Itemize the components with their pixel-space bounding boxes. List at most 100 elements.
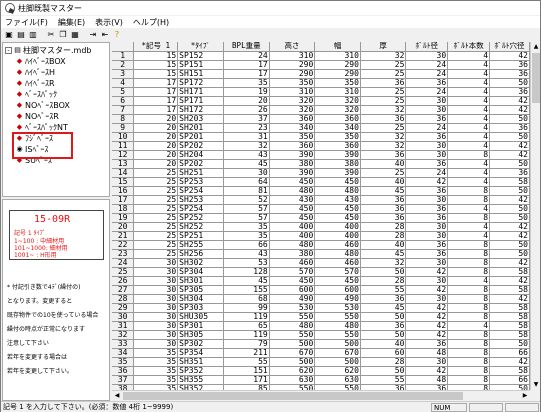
table-cell[interactable]: 35 [133, 366, 179, 376]
table-cell[interactable]: 4 [447, 105, 491, 115]
table-cell[interactable]: 55 [360, 375, 407, 385]
table-cell[interactable]: 42 [489, 96, 530, 106]
table-cell[interactable]: 8 [447, 294, 491, 304]
table-cell[interactable]: 460 [314, 240, 361, 250]
table-cell[interactable]: 32 [360, 132, 407, 142]
tree-item[interactable]: ◆ ﾊｲﾍﾞｰｽR [16, 78, 55, 89]
table-row[interactable]: 35 35 SH351 55 500 500 28 30 8 42 [112, 357, 530, 367]
table-cell[interactable]: 4 [447, 87, 491, 97]
table-cell[interactable]: 35 [223, 78, 270, 88]
table-cell[interactable]: 17 [133, 96, 179, 106]
table-cell[interactable]: 35 [133, 375, 179, 385]
table-cell[interactable]: 15 [133, 51, 179, 61]
table-cell[interactable]: 66 [489, 348, 530, 358]
table-cell[interactable]: 66 [223, 240, 270, 250]
table-cell[interactable]: SP303 [177, 303, 224, 313]
table-cell[interactable]: 50 [489, 186, 530, 196]
column-header[interactable]: *ﾀｲﾌﾟ [177, 42, 224, 52]
table-cell[interactable]: 20 [133, 159, 179, 169]
scroll-thumb[interactable] [532, 53, 540, 103]
table-cell[interactable]: 670 [269, 348, 316, 358]
tree-root[interactable]: - ▤ 柱脚マスター.mdb [5, 45, 92, 56]
table-cell[interactable]: SP254 [177, 204, 224, 214]
scroll-thumb[interactable] [123, 392, 463, 400]
table-cell[interactable]: 25 [133, 213, 179, 223]
row-number[interactable]: 17 [112, 195, 135, 205]
row-number[interactable]: 31 [112, 321, 135, 331]
table-cell[interactable]: 600 [314, 285, 361, 295]
table-cell[interactable]: 30 [405, 357, 449, 367]
table-cell[interactable]: 35 [223, 231, 270, 241]
table-cell[interactable]: 290 [314, 69, 361, 79]
row-number[interactable]: 16 [112, 186, 135, 196]
table-cell[interactable]: 350 [269, 78, 316, 88]
table-cell[interactable]: 36 [405, 186, 449, 196]
table-cell[interactable]: 25 [133, 231, 179, 241]
table-cell[interactable]: 58 [489, 312, 530, 322]
table-cell[interactable]: 4 [447, 168, 491, 178]
title-bar[interactable]: 柱脚既製マスター [1, 1, 540, 15]
table-cell[interactable]: 600 [269, 285, 316, 295]
table-cell[interactable]: 55 [223, 357, 270, 367]
table-cell[interactable]: 15 [133, 60, 179, 70]
table-cell[interactable]: 8 [447, 195, 491, 205]
table-row[interactable]: 8 20 SH203 37 360 360 36 36 4 50 [112, 114, 530, 124]
table-cell[interactable]: SP302 [177, 339, 224, 349]
table-cell[interactable]: 4 [447, 60, 491, 70]
table-cell[interactable]: 68 [223, 294, 270, 304]
table-cell[interactable]: 30 [133, 312, 179, 322]
row-number[interactable]: 13 [112, 159, 135, 169]
table-cell[interactable]: 500 [314, 339, 361, 349]
table-cell[interactable]: 550 [314, 312, 361, 322]
table-cell[interactable]: 45 [360, 303, 407, 313]
table-cell[interactable]: 25 [133, 195, 179, 205]
table-cell[interactable]: 4 [447, 132, 491, 142]
table-cell[interactable]: 550 [269, 330, 316, 340]
row-number[interactable]: 28 [112, 294, 135, 304]
table-cell[interactable]: 480 [314, 186, 361, 196]
table-cell[interactable]: 42 [489, 231, 530, 241]
table-cell[interactable]: 211 [223, 348, 270, 358]
table-cell[interactable]: 30 [133, 303, 179, 313]
row-number[interactable]: 35 [112, 357, 135, 367]
table-cell[interactable]: 24 [405, 168, 449, 178]
scroll-up-icon[interactable]: ▲ [531, 42, 541, 52]
table-cell[interactable]: SH151 [177, 69, 224, 79]
table-cell[interactable]: SP254 [177, 186, 224, 196]
table-cell[interactable]: 24 [405, 123, 449, 133]
table-cell[interactable]: 64 [223, 177, 270, 187]
table-cell[interactable]: 30 [405, 294, 449, 304]
menu-help[interactable]: ヘルプ(H) [133, 17, 169, 28]
open-icon[interactable]: ▤ [16, 30, 26, 40]
table-cell[interactable]: 340 [269, 123, 316, 133]
table-cell[interactable]: 60 [360, 348, 407, 358]
table-row[interactable]: 21 25 SP251 35 400 400 28 30 4 42 [112, 231, 530, 241]
table-row[interactable]: 1 15 SP152 24 310 310 32 30 4 42 [112, 51, 530, 61]
table-cell[interactable]: 35 [133, 348, 179, 358]
table-cell[interactable]: SP252 [177, 213, 224, 223]
table-cell[interactable]: 30 [405, 258, 449, 268]
table-cell[interactable]: 8 [447, 213, 491, 223]
table-cell[interactable]: 36 [360, 78, 407, 88]
table-cell[interactable]: SP305 [177, 285, 224, 295]
table-cell[interactable]: 28 [360, 276, 407, 286]
copy-icon[interactable]: ❐ [58, 30, 68, 40]
row-number[interactable]: 34 [112, 348, 135, 358]
table-cell[interactable]: SP253 [177, 177, 224, 187]
table-cell[interactable]: 310 [269, 51, 316, 61]
table-cell[interactable]: 19 [223, 87, 270, 97]
table-cell[interactable]: 20 [133, 132, 179, 142]
column-header[interactable]: BPL重量 [223, 42, 270, 52]
table-cell[interactable]: 151 [223, 366, 270, 376]
table-row[interactable]: 20 25 SH252 35 400 400 28 30 4 42 [112, 222, 530, 232]
table-cell[interactable]: 36 [489, 87, 530, 97]
table-cell[interactable]: 25 [133, 186, 179, 196]
table-cell[interactable]: 40 [360, 177, 407, 187]
table-cell[interactable]: 490 [269, 294, 316, 304]
table-row[interactable]: 37 35 SH355 171 630 630 55 48 8 66 [112, 375, 530, 385]
table-cell[interactable]: 43 [223, 249, 270, 259]
table-cell[interactable]: SHU305 [177, 312, 224, 322]
table-cell[interactable]: 57 [223, 213, 270, 223]
table-cell[interactable]: 24 [223, 51, 270, 61]
table-cell[interactable]: 45 [223, 276, 270, 286]
